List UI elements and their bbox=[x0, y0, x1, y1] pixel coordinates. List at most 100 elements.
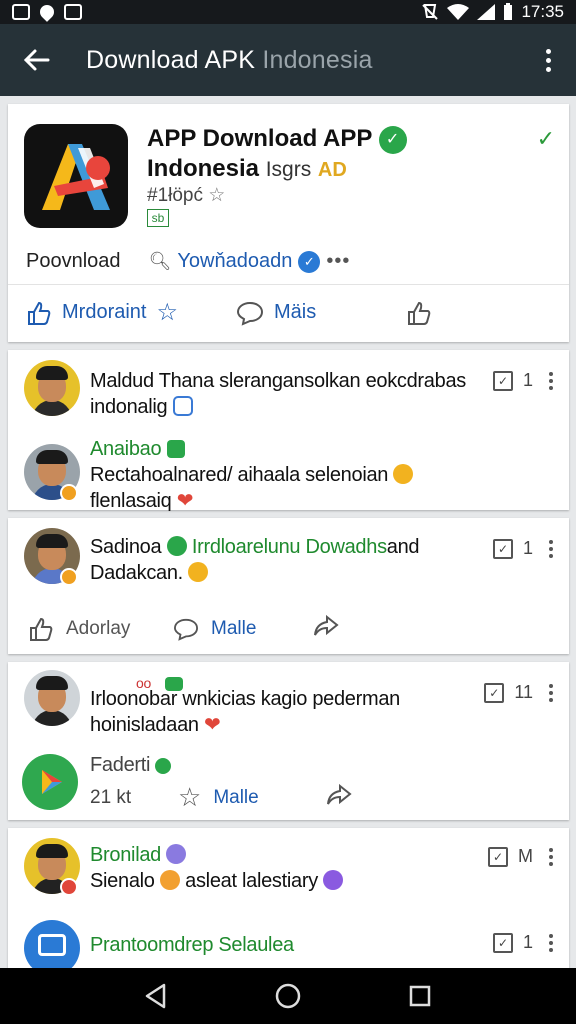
post-menu-button[interactable] bbox=[549, 371, 553, 390]
post-counter[interactable]: ✓ 1 bbox=[492, 538, 553, 559]
app-avatar[interactable] bbox=[22, 754, 78, 810]
checkbox-icon: ✓ bbox=[492, 932, 513, 953]
sub-post-actions: 21 kt ☆ Malle bbox=[90, 782, 352, 813]
post-text-line1: Irloonobar wnkicias kagio pederman bbox=[90, 688, 400, 710]
share-button[interactable] bbox=[313, 614, 339, 644]
post-tag-tail: and bbox=[386, 536, 420, 558]
sub-post: Faderti bbox=[90, 752, 172, 778]
share-button[interactable] bbox=[326, 783, 352, 813]
star-outline-icon[interactable]: ☆ bbox=[156, 298, 178, 327]
like-button[interactable]: Adorlay bbox=[28, 616, 173, 642]
overflow-menu-button[interactable] bbox=[520, 48, 576, 72]
post-menu-button[interactable] bbox=[549, 847, 553, 866]
app-bar: Download APK Indonesia bbox=[0, 24, 576, 96]
post-counter[interactable]: ✓ 11 bbox=[484, 682, 553, 703]
gallery-icon bbox=[12, 4, 30, 20]
checkbox-icon: ✓ bbox=[492, 538, 513, 559]
post-count: M bbox=[518, 846, 533, 866]
battery-icon bbox=[504, 3, 513, 20]
thumbs-up-icon bbox=[30, 617, 53, 641]
post-text-line1: Maldud Thana slerangansolkan eokcdrabas bbox=[90, 370, 466, 392]
page-title-fade: Indonesia bbox=[262, 45, 373, 74]
silent-icon bbox=[422, 4, 439, 20]
post-text-line2: Dadakcan. bbox=[90, 562, 183, 584]
app-logo bbox=[24, 124, 128, 228]
sub-post-author[interactable]: Faderti bbox=[90, 754, 150, 776]
emoji-icon bbox=[159, 870, 180, 890]
content-rating-badge: sb bbox=[147, 209, 169, 227]
water-drop-icon bbox=[37, 2, 57, 22]
favorite-button[interactable]: ☆ Malle bbox=[178, 782, 326, 813]
download-row: Poovnload 🔍︎ Yowňadoadn ✓ ••• bbox=[26, 250, 546, 273]
page-title: Download APK Indonesia bbox=[72, 46, 520, 75]
app-title-badge: AD bbox=[317, 159, 347, 181]
triangle-back-icon bbox=[145, 983, 166, 1009]
heart-icon: ❤ bbox=[176, 490, 194, 512]
app-title-line1: APP Download APP bbox=[147, 125, 372, 152]
checkbox-icon: ✓ bbox=[484, 682, 505, 703]
post-card: Bronilad Sienalo asleat lalestiary ✓ M P… bbox=[8, 828, 569, 976]
page-title-main: Download APK bbox=[86, 45, 263, 74]
divider bbox=[8, 284, 569, 285]
reply-text: Anaibao Rectahoalnared/ aihaala selenoia… bbox=[90, 436, 510, 514]
post-text: Maldud Thana slerangansolkan eokcdrabas … bbox=[90, 368, 480, 420]
avatar[interactable] bbox=[24, 360, 80, 416]
like-button[interactable]: Mrdoraint ☆ bbox=[26, 298, 236, 327]
star-icon[interactable]: ☆ bbox=[208, 185, 225, 206]
more-dots-icon[interactable]: ••• bbox=[326, 250, 350, 273]
post-author[interactable]: Bronilad bbox=[90, 844, 161, 866]
reply-author[interactable]: Anaibao bbox=[90, 438, 162, 460]
sub-post-count: 21 kt bbox=[90, 786, 132, 808]
favorite-label: Malle bbox=[213, 786, 259, 808]
reply-author[interactable]: Prantoomdrep Selaulea bbox=[90, 934, 294, 956]
download-link[interactable]: 🔍︎ Yowňadoadn ✓ ••• bbox=[149, 250, 351, 273]
arrow-left-icon bbox=[23, 49, 50, 71]
verified-check-icon: ✓ bbox=[378, 125, 407, 154]
emoji-icon bbox=[393, 464, 414, 484]
post-menu-button[interactable] bbox=[549, 683, 553, 702]
app-title-line2: Indonesia bbox=[147, 155, 260, 182]
post-text: Irloonobar wnkicias kagio pederman hoini… bbox=[90, 686, 490, 738]
app-logo-icon bbox=[42, 144, 110, 210]
verified-icon bbox=[155, 758, 172, 774]
post-count: 1 bbox=[522, 538, 533, 558]
post-author[interactable]: Sadinoa bbox=[90, 536, 162, 558]
share-button[interactable] bbox=[406, 300, 432, 326]
nav-recents-button[interactable] bbox=[400, 976, 440, 1016]
post-menu-button[interactable] bbox=[549, 539, 553, 558]
like-label: Adorlay bbox=[66, 618, 131, 639]
download-link-text: Yowňadoadn bbox=[177, 250, 293, 272]
heart-icon: ❤ bbox=[203, 714, 221, 736]
post-actions: Adorlay Malle bbox=[28, 614, 339, 644]
post-card: Maldud Thana slerangansolkan eokcdrabas … bbox=[8, 350, 569, 512]
wifi-icon bbox=[447, 4, 470, 20]
emoji-icon bbox=[166, 844, 187, 864]
back-button[interactable] bbox=[0, 24, 72, 96]
reply-text: Prantoomdrep Selaulea bbox=[90, 932, 294, 958]
post-counter[interactable]: ✓ 1 bbox=[492, 370, 553, 391]
comment-button[interactable]: Malle bbox=[173, 617, 313, 641]
avatar[interactable] bbox=[24, 670, 80, 726]
post-tag[interactable]: Irrdloarelunu Dowadhs bbox=[192, 536, 387, 558]
share-arrow-icon bbox=[327, 783, 352, 805]
app-meta: #1łöpć ☆ bbox=[147, 184, 225, 207]
comment-label: Mäis bbox=[274, 301, 317, 323]
comment-button[interactable]: Mäis bbox=[236, 300, 406, 326]
app-title: APP Download APP ✓ Indonesia Isgrs AD bbox=[147, 124, 447, 185]
verified-icon bbox=[166, 536, 187, 556]
navigation-bar bbox=[0, 968, 576, 1024]
post-card: oo Irloonobar wnkicias kagio pederman ho… bbox=[8, 662, 569, 820]
post-text-line2: indonalig bbox=[90, 396, 168, 418]
circle-home-icon bbox=[275, 983, 301, 1009]
post-text-line1b: asleat lalestiary bbox=[185, 870, 318, 892]
nav-back-button[interactable] bbox=[136, 976, 176, 1016]
checkbox-icon: ✓ bbox=[488, 846, 508, 867]
reply-counter[interactable]: ✓ 1 bbox=[492, 932, 553, 953]
reply-text-line2: flenlasaiq bbox=[90, 490, 172, 512]
verified-icon bbox=[166, 440, 185, 458]
post-counter[interactable]: ✓ M bbox=[488, 846, 553, 867]
installed-check-icon: ✓ bbox=[536, 126, 555, 151]
reply-menu-button[interactable] bbox=[549, 933, 553, 952]
nav-home-button[interactable] bbox=[268, 976, 308, 1016]
reply-text-line1: Rectahoalnared/ aihaala selenoian bbox=[90, 464, 389, 486]
